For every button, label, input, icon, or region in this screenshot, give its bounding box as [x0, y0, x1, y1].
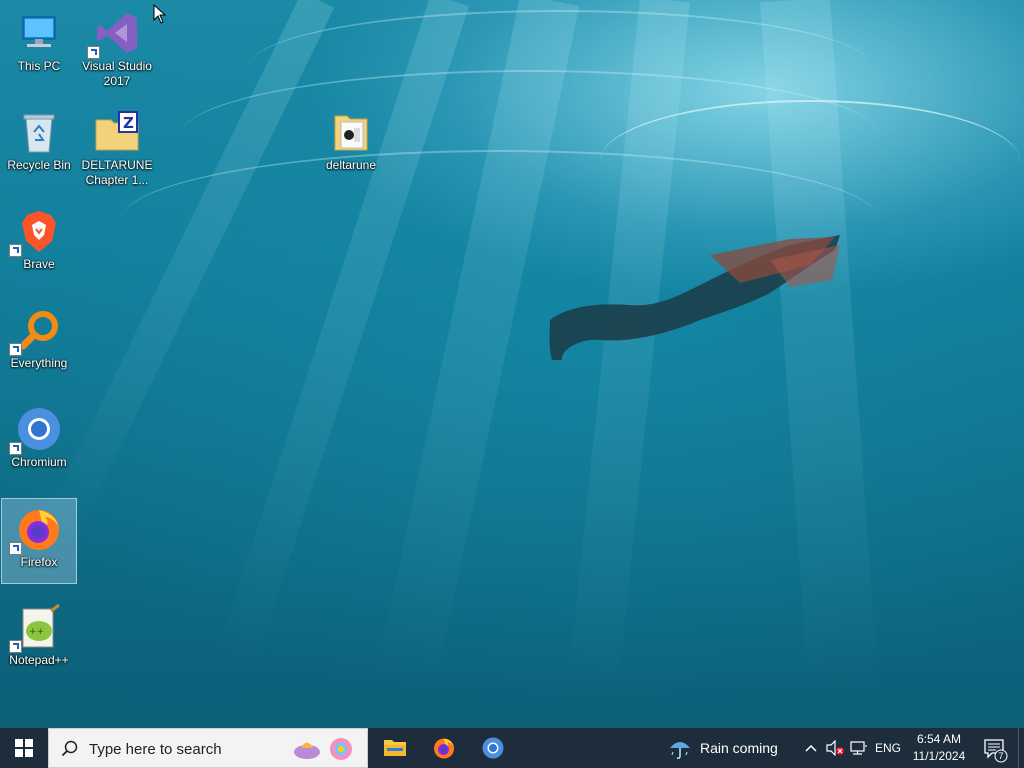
volume-muted-icon — [826, 740, 844, 756]
taskbar-firefox[interactable] — [420, 728, 468, 768]
search-placeholder: Type here to search — [89, 741, 222, 758]
search-icon — [61, 740, 78, 757]
taskbar-file-explorer[interactable] — [371, 728, 419, 768]
shortcut-arrow-icon — [9, 542, 22, 555]
clock-date: 11/1/2024 — [912, 749, 966, 763]
search-highlight-doodle-icon — [294, 738, 352, 760]
brave-icon — [9, 207, 63, 257]
svg-text:++: ++ — [29, 627, 44, 637]
shortcut-arrow-icon — [87, 46, 100, 59]
desktop-icon-visual-studio[interactable]: Visual Studio 2017 — [79, 3, 155, 89]
desktop-icon-deltarune-folder[interactable]: deltarune — [313, 102, 389, 188]
chromium-icon — [9, 405, 63, 455]
everything-search-icon — [9, 306, 63, 356]
recycle-bin-icon — [15, 108, 63, 156]
network-icon — [850, 741, 867, 755]
network-button[interactable] — [848, 728, 870, 768]
taskbar-clock[interactable]: 6:54 AM 11/1/2024 — [906, 731, 972, 765]
desktop-icon-label: Brave — [23, 257, 55, 271]
taskbar: Type here to search Rain coming ENG 6:54… — [0, 728, 1024, 768]
desktop-icon-deltarune-zip[interactable]: Z DELTARUNE Chapter 1... — [79, 102, 155, 188]
desktop-icon-notepad-plus-plus[interactable]: ++ Notepad++ — [1, 597, 77, 683]
visual-studio-icon — [87, 9, 141, 59]
surface-wave — [600, 100, 1020, 222]
mouse-cursor-icon — [153, 4, 167, 24]
chromium-icon — [482, 737, 504, 759]
notification-count-badge: 7 — [998, 751, 1004, 761]
desktop-icon-label: Notepad++ — [9, 653, 69, 667]
desktop-icon-brave[interactable]: Brave — [1, 201, 77, 287]
desktop-icon-recycle-bin[interactable]: Recycle Bin — [1, 102, 77, 188]
desktop-icon-label: deltarune — [325, 158, 377, 172]
desktop-icon-label: DELTARUNE Chapter 1... — [81, 158, 153, 187]
diver-image — [549, 235, 840, 360]
shortcut-arrow-icon — [9, 343, 22, 356]
folder-icon — [327, 108, 375, 156]
zip-folder-icon: Z — [93, 108, 141, 156]
taskbar-chromium[interactable] — [469, 728, 517, 768]
desktop-icon-firefox[interactable]: Firefox — [1, 498, 77, 584]
notepad-plus-plus-icon: ++ — [9, 603, 63, 653]
action-center-button[interactable]: 7 — [976, 728, 1012, 768]
weather-text: Rain coming — [700, 740, 778, 756]
taskbar-search-box[interactable]: Type here to search — [48, 728, 368, 768]
rain-umbrella-icon — [670, 742, 690, 759]
desktop-icon-label: Everything — [10, 356, 68, 370]
volume-button[interactable] — [824, 728, 846, 768]
input-language-indicator[interactable]: ENG — [872, 728, 904, 768]
desktop-icon-chromium[interactable]: Chromium — [1, 399, 77, 485]
windows-logo-icon — [15, 739, 33, 757]
desktop-icon-label: Visual Studio 2017 — [82, 59, 152, 88]
chevron-up-icon — [805, 744, 817, 752]
desktop-icon-label: Recycle Bin — [7, 158, 71, 172]
desktop-icon-label: Chromium — [11, 455, 67, 469]
desktop-icon-label: This PC — [17, 59, 61, 73]
file-explorer-icon — [384, 740, 406, 756]
clock-time: 6:54 AM — [916, 732, 962, 746]
shortcut-arrow-icon — [9, 244, 22, 257]
computer-icon — [15, 9, 63, 57]
firefox-icon — [9, 505, 63, 555]
weather-widget[interactable]: Rain coming — [668, 728, 778, 768]
svg-text:Z: Z — [123, 114, 134, 132]
shortcut-arrow-icon — [9, 442, 22, 455]
shortcut-arrow-icon — [9, 640, 22, 653]
desktop-icon-label: Firefox — [20, 555, 58, 569]
desktop[interactable]: This PC Recycle Bin Brave Everything Chr… — [0, 0, 1024, 728]
firefox-icon — [434, 738, 454, 759]
desktop-icon-everything[interactable]: Everything — [1, 300, 77, 386]
show-desktop-button[interactable] — [1018, 728, 1024, 768]
desktop-icon-this-pc[interactable]: This PC — [1, 3, 77, 89]
notification-icon — [984, 739, 1008, 763]
start-button[interactable] — [0, 728, 48, 768]
show-hidden-icons-button[interactable] — [802, 728, 820, 768]
